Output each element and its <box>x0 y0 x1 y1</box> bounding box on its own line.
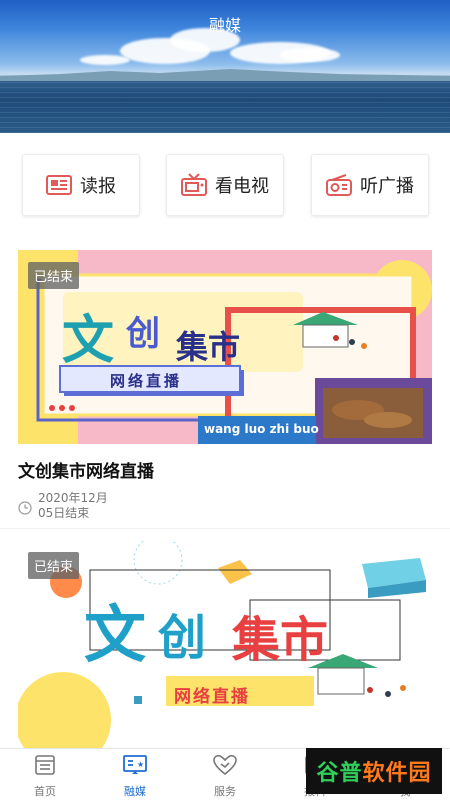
home-icon <box>33 753 57 781</box>
page-title: 融媒 <box>208 16 241 35</box>
end-date: 2020年12月 05日结束 <box>38 491 108 520</box>
status-badge-2: 已结束 <box>28 552 80 579</box>
live-card-image-2[interactable]: 已结束 文 创 集市 网络直播 <box>18 540 432 750</box>
status-badge: 已结束 <box>28 262 80 289</box>
listen-radio-label: 听广播 <box>360 176 414 197</box>
header-banner: 融媒 <box>0 0 450 133</box>
nav-media[interactable]: ★ 融媒 <box>90 753 180 799</box>
quick-actions: 读报 看电视 听广播 <box>0 154 450 216</box>
poster2-big-char-1: 文 <box>84 598 147 671</box>
nav-service[interactable]: 服务 <box>180 753 270 799</box>
nav-home[interactable]: 首页 <box>0 753 90 799</box>
heart-service-icon <box>212 753 238 781</box>
watermark-logo: 谷普软件园 <box>306 748 442 794</box>
poster2-big-char-2: 创 <box>158 610 207 666</box>
read-newspaper-button[interactable]: 读报 <box>22 154 140 216</box>
media-icon: ★ <box>122 753 148 781</box>
poster-big-char-1: 文 <box>62 311 115 371</box>
poster-stripe-text: 网络直播 <box>110 372 183 390</box>
live-card-image[interactable]: 已结束 文 创 集市 网络直播 wang luo zhi buo <box>18 250 432 444</box>
watch-tv-label: 看电视 <box>215 176 269 197</box>
clock-icon <box>18 500 32 519</box>
newspaper-icon <box>46 174 72 196</box>
tv-icon <box>181 173 207 197</box>
poster-art-2 <box>18 540 432 750</box>
nav-service-label: 服务 <box>214 785 236 798</box>
radio-icon <box>326 174 352 196</box>
nav-home-label: 首页 <box>34 785 56 798</box>
svg-text:★: ★ <box>137 760 144 769</box>
poster-big-char-2: 创 <box>126 314 160 354</box>
poster-pinyin: wang luo zhi buo <box>204 422 319 436</box>
mountains <box>0 69 450 81</box>
divider <box>0 528 450 529</box>
poster2-stripe-text: 网络直播 <box>174 687 250 707</box>
read-newspaper-label: 读报 <box>80 176 116 197</box>
app-screen: 融媒 读报 看电视 听广播 已结束 文 创 集市 网络直播 wang luo z… <box>0 0 450 800</box>
nav-media-label: 融媒 <box>124 785 146 798</box>
card-meta: 2020年12月 05日结束 <box>18 491 108 521</box>
poster-big-char-3: 集市 <box>176 328 241 366</box>
watch-tv-button[interactable]: 看电视 <box>166 154 284 216</box>
poster2-big-char-3: 集市 <box>232 612 329 668</box>
watermark-text-1: 谷普 <box>316 761 363 786</box>
card-title[interactable]: 文创集市网络直播 <box>18 457 154 482</box>
listen-radio-button[interactable]: 听广播 <box>311 154 429 216</box>
watermark-text-2: 软件园 <box>362 761 432 786</box>
